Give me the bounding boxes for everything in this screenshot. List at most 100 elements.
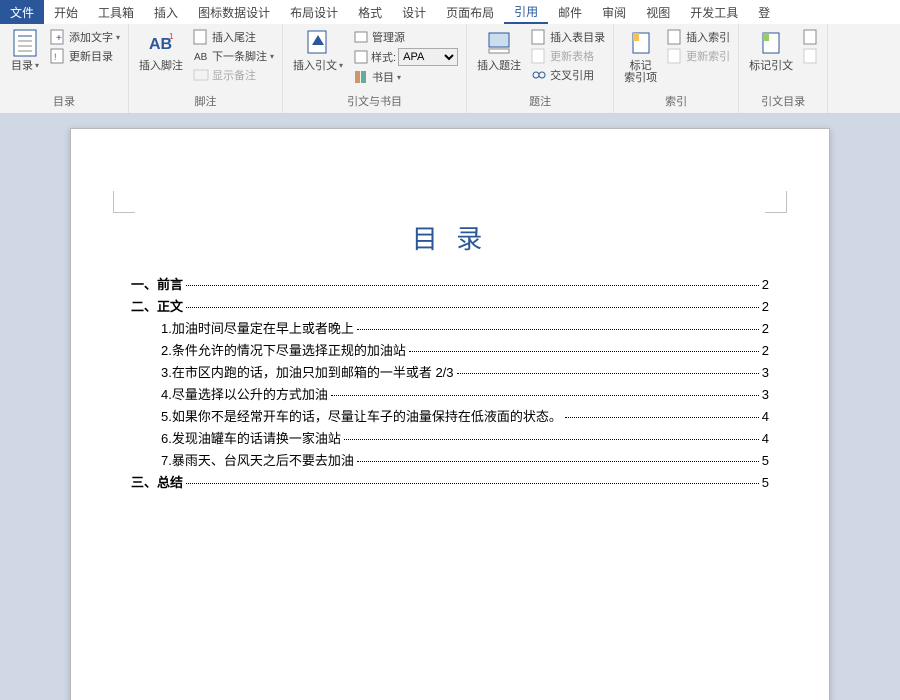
insert-toa-icon	[803, 29, 819, 45]
insert-citation-button[interactable]: 插入引文▾	[289, 26, 347, 74]
add-text-button[interactable]: +添加文字▾	[48, 28, 122, 46]
endnote-icon	[193, 29, 209, 45]
toc-page: 4	[762, 431, 769, 446]
tab-开发工具[interactable]: 开发工具	[680, 0, 748, 24]
tab-图标数据设计[interactable]: 图标数据设计	[188, 0, 280, 24]
toc-leader	[344, 439, 759, 440]
toc-row[interactable]: 6.发现油罐车的话请换一家油站 4	[131, 428, 769, 447]
style-icon	[353, 49, 369, 65]
bibliography-button[interactable]: 书目▾	[351, 68, 460, 86]
toc-page: 5	[762, 453, 769, 468]
group-toc: 目录▾ +添加文字▾ !更新目录 目录	[0, 24, 129, 113]
chevron-down-icon: ▾	[35, 60, 39, 72]
caption-icon	[484, 28, 514, 58]
chevron-down-icon: ▾	[339, 60, 343, 72]
tab-格式[interactable]: 格式	[348, 0, 392, 24]
update-table-icon	[531, 48, 547, 64]
mark-index-button[interactable]: 标记 索引项	[620, 26, 661, 86]
tab-引用[interactable]: 引用	[504, 0, 548, 24]
toc-leader	[357, 329, 759, 330]
mark-citation-button[interactable]: 标记引文	[745, 26, 797, 74]
citation-style-select[interactable]: APA	[398, 48, 458, 66]
svg-text:1: 1	[169, 32, 174, 41]
chevron-down-icon: ▾	[270, 52, 274, 61]
toc-page: 5	[762, 475, 769, 490]
toc-page: 3	[762, 365, 769, 380]
update-toc-button[interactable]: !更新目录	[48, 47, 122, 65]
show-notes-icon	[193, 67, 209, 83]
svg-text:!: !	[54, 52, 57, 62]
tab-开始[interactable]: 开始	[44, 0, 88, 24]
toc-row[interactable]: 二、正文2	[131, 296, 769, 315]
toc-row[interactable]: 三、总结5	[131, 472, 769, 491]
group-label-citations: 引文与书目	[289, 91, 460, 111]
tab-file[interactable]: 文件	[0, 0, 44, 24]
group-footnotes: AB1 插入脚注 插入尾注 AB下一条脚注▾ 显示备注 脚注	[129, 24, 283, 113]
toc-page: 2	[762, 299, 769, 314]
toc-row[interactable]: 7.暴雨天、台风天之后不要去加油 5	[131, 450, 769, 469]
chevron-down-icon: ▾	[397, 73, 401, 82]
update-index-icon	[667, 48, 683, 64]
citation-style-row: 样式:APA	[351, 47, 460, 67]
tab-视图[interactable]: 视图	[636, 0, 680, 24]
toc-list: 一、前言2二、正文21.加油时间尽量定在早上或者晚上22.条件允许的情况下尽量选…	[131, 274, 769, 491]
toc-page: 2	[762, 343, 769, 358]
toc-text: 4.尽量选择以公升的方式加油	[161, 384, 328, 403]
mark-index-icon	[626, 28, 656, 58]
insert-index-button[interactable]: 插入索引	[665, 28, 732, 46]
next-footnote-button[interactable]: AB下一条脚注▾	[191, 47, 276, 65]
tab-工具箱[interactable]: 工具箱	[88, 0, 144, 24]
toc-label: 目录	[11, 60, 33, 72]
toc-leader	[186, 285, 759, 286]
toc-text: 6.发现油罐车的话请换一家油站	[161, 428, 341, 447]
manage-sources-button[interactable]: 管理源	[351, 28, 460, 46]
show-notes-button[interactable]: 显示备注	[191, 66, 276, 84]
toc-leader	[331, 395, 759, 396]
toc-row[interactable]: 5.如果你不是经常开车的话，尽量让车子的油量保持在低液面的状态。4	[131, 406, 769, 425]
toc-row[interactable]: 2.条件允许的情况下尽量选择正规的加油站2	[131, 340, 769, 359]
insert-caption-button[interactable]: 插入题注	[473, 26, 525, 74]
toc-button[interactable]: 目录▾	[6, 26, 44, 74]
toc-row[interactable]: 1.加油时间尽量定在早上或者晚上 2	[131, 318, 769, 337]
citation-icon	[303, 28, 333, 58]
group-label-index: 索引	[620, 91, 732, 111]
toc-text: 7.暴雨天、台风天之后不要去加油	[161, 450, 354, 469]
tab-布局设计[interactable]: 布局设计	[280, 0, 348, 24]
insert-tof-button[interactable]: 插入表目录	[529, 28, 607, 46]
insert-endnote-button[interactable]: 插入尾注	[191, 28, 276, 46]
group-captions: 插入题注 插入表目录 更新表格 交叉引用 题注	[467, 24, 614, 113]
tab-页面布局[interactable]: 页面布局	[436, 0, 504, 24]
toc-page: 4	[762, 409, 769, 424]
crop-mark-tl	[113, 191, 135, 213]
tab-设计[interactable]: 设计	[392, 0, 436, 24]
toc-leader	[186, 483, 759, 484]
tab-插入[interactable]: 插入	[144, 0, 188, 24]
toc-leader	[457, 373, 759, 374]
document-page: 目 录 一、前言2二、正文21.加油时间尽量定在早上或者晚上22.条件允许的情况…	[70, 128, 830, 700]
crop-mark-tr	[765, 191, 787, 213]
update-index-button[interactable]: 更新索引	[665, 47, 732, 65]
update-table-button[interactable]: 更新表格	[529, 47, 607, 65]
cross-reference-button[interactable]: 交叉引用	[529, 66, 607, 84]
group-citations: 插入引文▾ 管理源 样式:APA 书目▾ 引文与书目	[283, 24, 467, 113]
biblio-icon	[353, 69, 369, 85]
footnote-icon: AB1	[146, 28, 176, 58]
toc-text: 一、前言	[131, 274, 183, 293]
toc-text: 1.加油时间尽量定在早上或者晚上	[161, 318, 354, 337]
toc-page: 2	[762, 321, 769, 336]
chevron-down-icon: ▾	[116, 33, 120, 42]
insert-toa-button[interactable]	[801, 28, 821, 46]
toc-row[interactable]: 一、前言2	[131, 274, 769, 293]
insert-footnote-button[interactable]: AB1 插入脚注	[135, 26, 187, 74]
update-toa-icon	[803, 48, 819, 64]
tab-审阅[interactable]: 审阅	[592, 0, 636, 24]
group-index: 标记 索引项 插入索引 更新索引 索引	[614, 24, 739, 113]
manage-icon	[353, 29, 369, 45]
toc-leader	[565, 417, 759, 418]
toc-row[interactable]: 3.在市区内跑的话，加油只加到邮箱的一半或者 2/33	[131, 362, 769, 381]
update-toa-button[interactable]	[801, 47, 821, 65]
tab-邮件[interactable]: 邮件	[548, 0, 592, 24]
group-label-toc: 目录	[6, 91, 122, 111]
toc-row[interactable]: 4.尽量选择以公升的方式加油3	[131, 384, 769, 403]
group-label-captions: 题注	[473, 91, 607, 111]
